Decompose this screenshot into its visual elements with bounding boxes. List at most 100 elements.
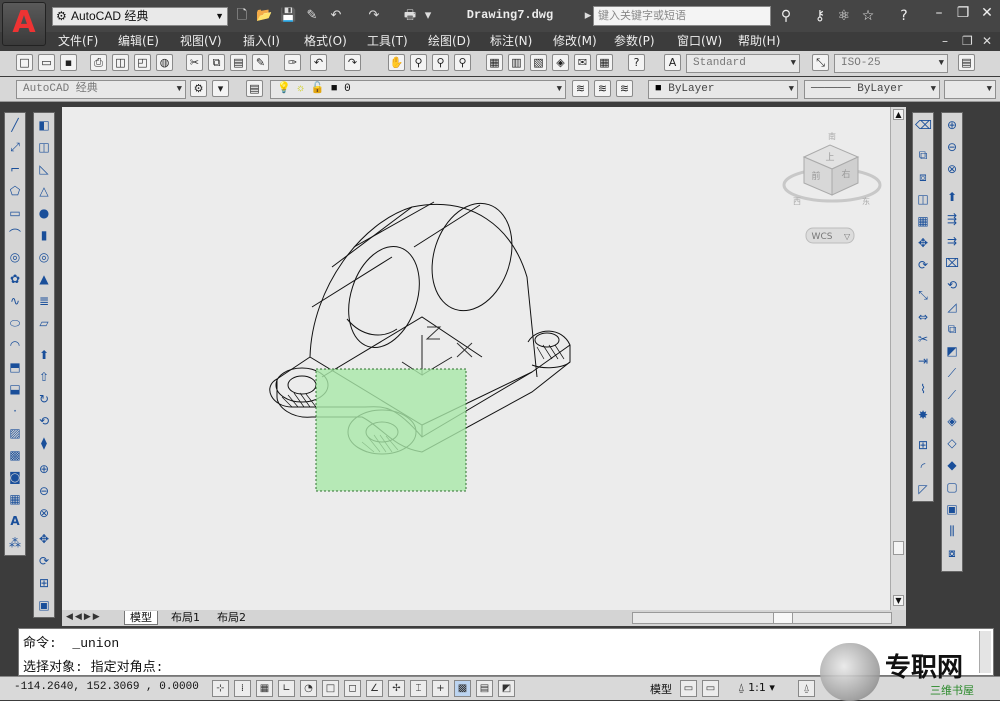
arc-icon[interactable]: ⌒ [7,227,23,243]
text-style-icon[interactable]: A [664,54,681,71]
annotation-visibility-icon[interactable]: ⍙ [798,680,815,697]
explode-icon[interactable]: ✸ [915,407,931,423]
sphere-icon[interactable]: ● [36,205,52,221]
scroll-down-icon[interactable]: ▼ [893,595,904,606]
spline-icon[interactable]: ∿ [7,293,23,309]
subtract-icon[interactable]: ⊖ [944,139,960,155]
array-icon[interactable]: ▦ [915,213,931,229]
polygon-icon[interactable]: ⬠ [7,183,23,199]
scroll-thumb[interactable] [773,613,793,623]
break-icon[interactable]: ⌇ [915,381,931,397]
menu-item-modify[interactable]: 修改(M) [553,32,597,50]
preview-icon[interactable]: ◫ [112,54,129,71]
save-icon[interactable]: ▪ [60,54,77,71]
model-space-label[interactable]: 模型 [650,681,672,697]
intersect-icon[interactable]: ⊗ [944,161,960,177]
restore-icon[interactable]: ❐ [962,32,973,50]
globe-icon[interactable]: ◍ [156,54,173,71]
loft-icon[interactable]: ⧫ [36,435,52,451]
extrude-faces-icon[interactable]: ⬆ [944,189,960,205]
3d-array-icon[interactable]: ▣ [36,597,52,613]
gear-icon[interactable]: ⚙ [190,80,207,97]
copy-faces-icon[interactable]: ⧉ [944,321,960,337]
close-icon[interactable]: ✕ [982,32,992,50]
3d-align-icon[interactable]: ⊞ [36,575,52,591]
grid-icon[interactable]: ▦ [256,680,273,697]
delete-faces-icon[interactable]: ⌧ [944,255,960,271]
binoculars-icon[interactable]: ⚲ [776,6,796,26]
erase-icon[interactable]: ⌫ [915,117,932,133]
chevron-down-icon[interactable]: ▾ [420,8,436,24]
tab-layout1[interactable]: 布局1 [166,611,205,625]
point-icon[interactable]: · [7,403,23,419]
workspace-settings-icon[interactable]: ▾ [212,80,229,97]
redo-icon[interactable]: ↷ [366,8,382,24]
scale-icon[interactable]: ⤡ [915,287,931,303]
open-icon[interactable]: 📂 [256,8,272,24]
separate-icon[interactable]: ◆ [944,457,960,473]
subtract-icon[interactable]: ⊖ [36,483,52,499]
construction-line-icon[interactable]: ⤢ [7,139,23,155]
undo-icon[interactable]: ↶ [310,54,327,71]
dim-style-icon[interactable]: ⤡ [812,54,829,71]
trim-icon[interactable]: ✂ [915,331,931,347]
ellipse-icon[interactable]: ⬭ [7,315,23,331]
table-icon[interactable]: ▦ [7,491,23,507]
region-icon[interactable]: ◙ [7,469,23,485]
insert-block-icon[interactable]: ⬒ [7,359,23,375]
menu-item-insert[interactable]: 插入(I) [243,32,280,50]
stretch-icon[interactable]: ⇔ [915,309,931,325]
scroll-up-icon[interactable]: ▲ [893,109,904,120]
offset-icon[interactable]: ◫ [915,191,931,207]
redo-icon[interactable]: ↷ [344,54,361,71]
paste-icon[interactable]: ▤ [230,54,247,71]
mirror-icon[interactable]: ⧈ [915,169,931,185]
move-icon[interactable]: ✥ [915,235,931,251]
check-icon[interactable]: ▣ [944,501,960,517]
extrude-icon[interactable]: ⬆ [36,347,52,363]
color-edges-icon[interactable]: ⟋ [944,387,960,403]
annotation-scale[interactable]: ⍙ 1:1 ▾ [738,681,775,695]
torus-icon[interactable]: ◎ [36,249,52,265]
3d-move-icon[interactable]: ✥ [36,531,52,547]
sweep-icon[interactable]: ↻ [36,391,52,407]
menu-item-format[interactable]: 格式(O) [304,32,347,50]
zoom-previous-icon[interactable]: ⚲ [454,54,471,71]
revolve-icon[interactable]: ⟲ [36,413,52,429]
command-scrollbar[interactable] [979,631,991,673]
menu-item-edit[interactable]: 编辑(E) [118,32,159,50]
imprint-icon[interactable]: ◈ [944,413,960,429]
gradient-icon[interactable]: ▩ [7,447,23,463]
rotate-icon[interactable]: ⟳ [915,257,931,273]
minimize-icon[interactable]: – [928,4,950,22]
viewcube[interactable]: 上 前 右 西 东 南 WCS ▽ [782,131,882,244]
tab-layout2[interactable]: 布局2 [212,611,251,625]
add-selected-icon[interactable]: ⁂ [7,535,23,551]
markup-icon[interactable]: ✉ [574,54,591,71]
save-as-icon[interactable]: ✎ [304,8,320,24]
intersect-icon[interactable]: ⊗ [36,505,52,521]
lineweight-icon[interactable]: + [432,680,449,697]
publish-icon[interactable]: ◰ [134,54,151,71]
layer-previous-icon[interactable]: ≋ [594,80,611,97]
application-menu-button[interactable]: A [2,2,46,46]
color-faces-icon[interactable]: ◩ [944,343,960,359]
text-style-select[interactable]: Standard ▼ [686,54,800,73]
ellipse-arc-icon[interactable]: ◠ [7,337,23,353]
exchange-icon[interactable]: ⚛ [834,6,854,26]
new-icon[interactable]: □ [16,54,33,71]
calculator-icon[interactable]: ▦ [596,54,613,71]
help-icon[interactable]: ? [628,54,645,71]
undo-icon[interactable]: ↶ [328,8,344,24]
new-icon[interactable]: 🗋 [234,8,250,24]
horizontal-scrollbar[interactable] [632,612,892,624]
circle-icon[interactable]: ◎ [7,249,23,265]
pyramid-icon[interactable]: ▲ [36,271,52,287]
planar-surface-icon[interactable]: ▱ [36,315,52,331]
design-center-icon[interactable]: ▥ [508,54,525,71]
properties-icon[interactable]: ▦ [486,54,503,71]
union-icon[interactable]: ⊕ [36,461,52,477]
menu-item-parametric[interactable]: 参数(P) [614,32,655,50]
menu-item-window[interactable]: 窗口(W) [677,32,722,50]
lineweight-select[interactable]: ▼ [944,80,996,99]
